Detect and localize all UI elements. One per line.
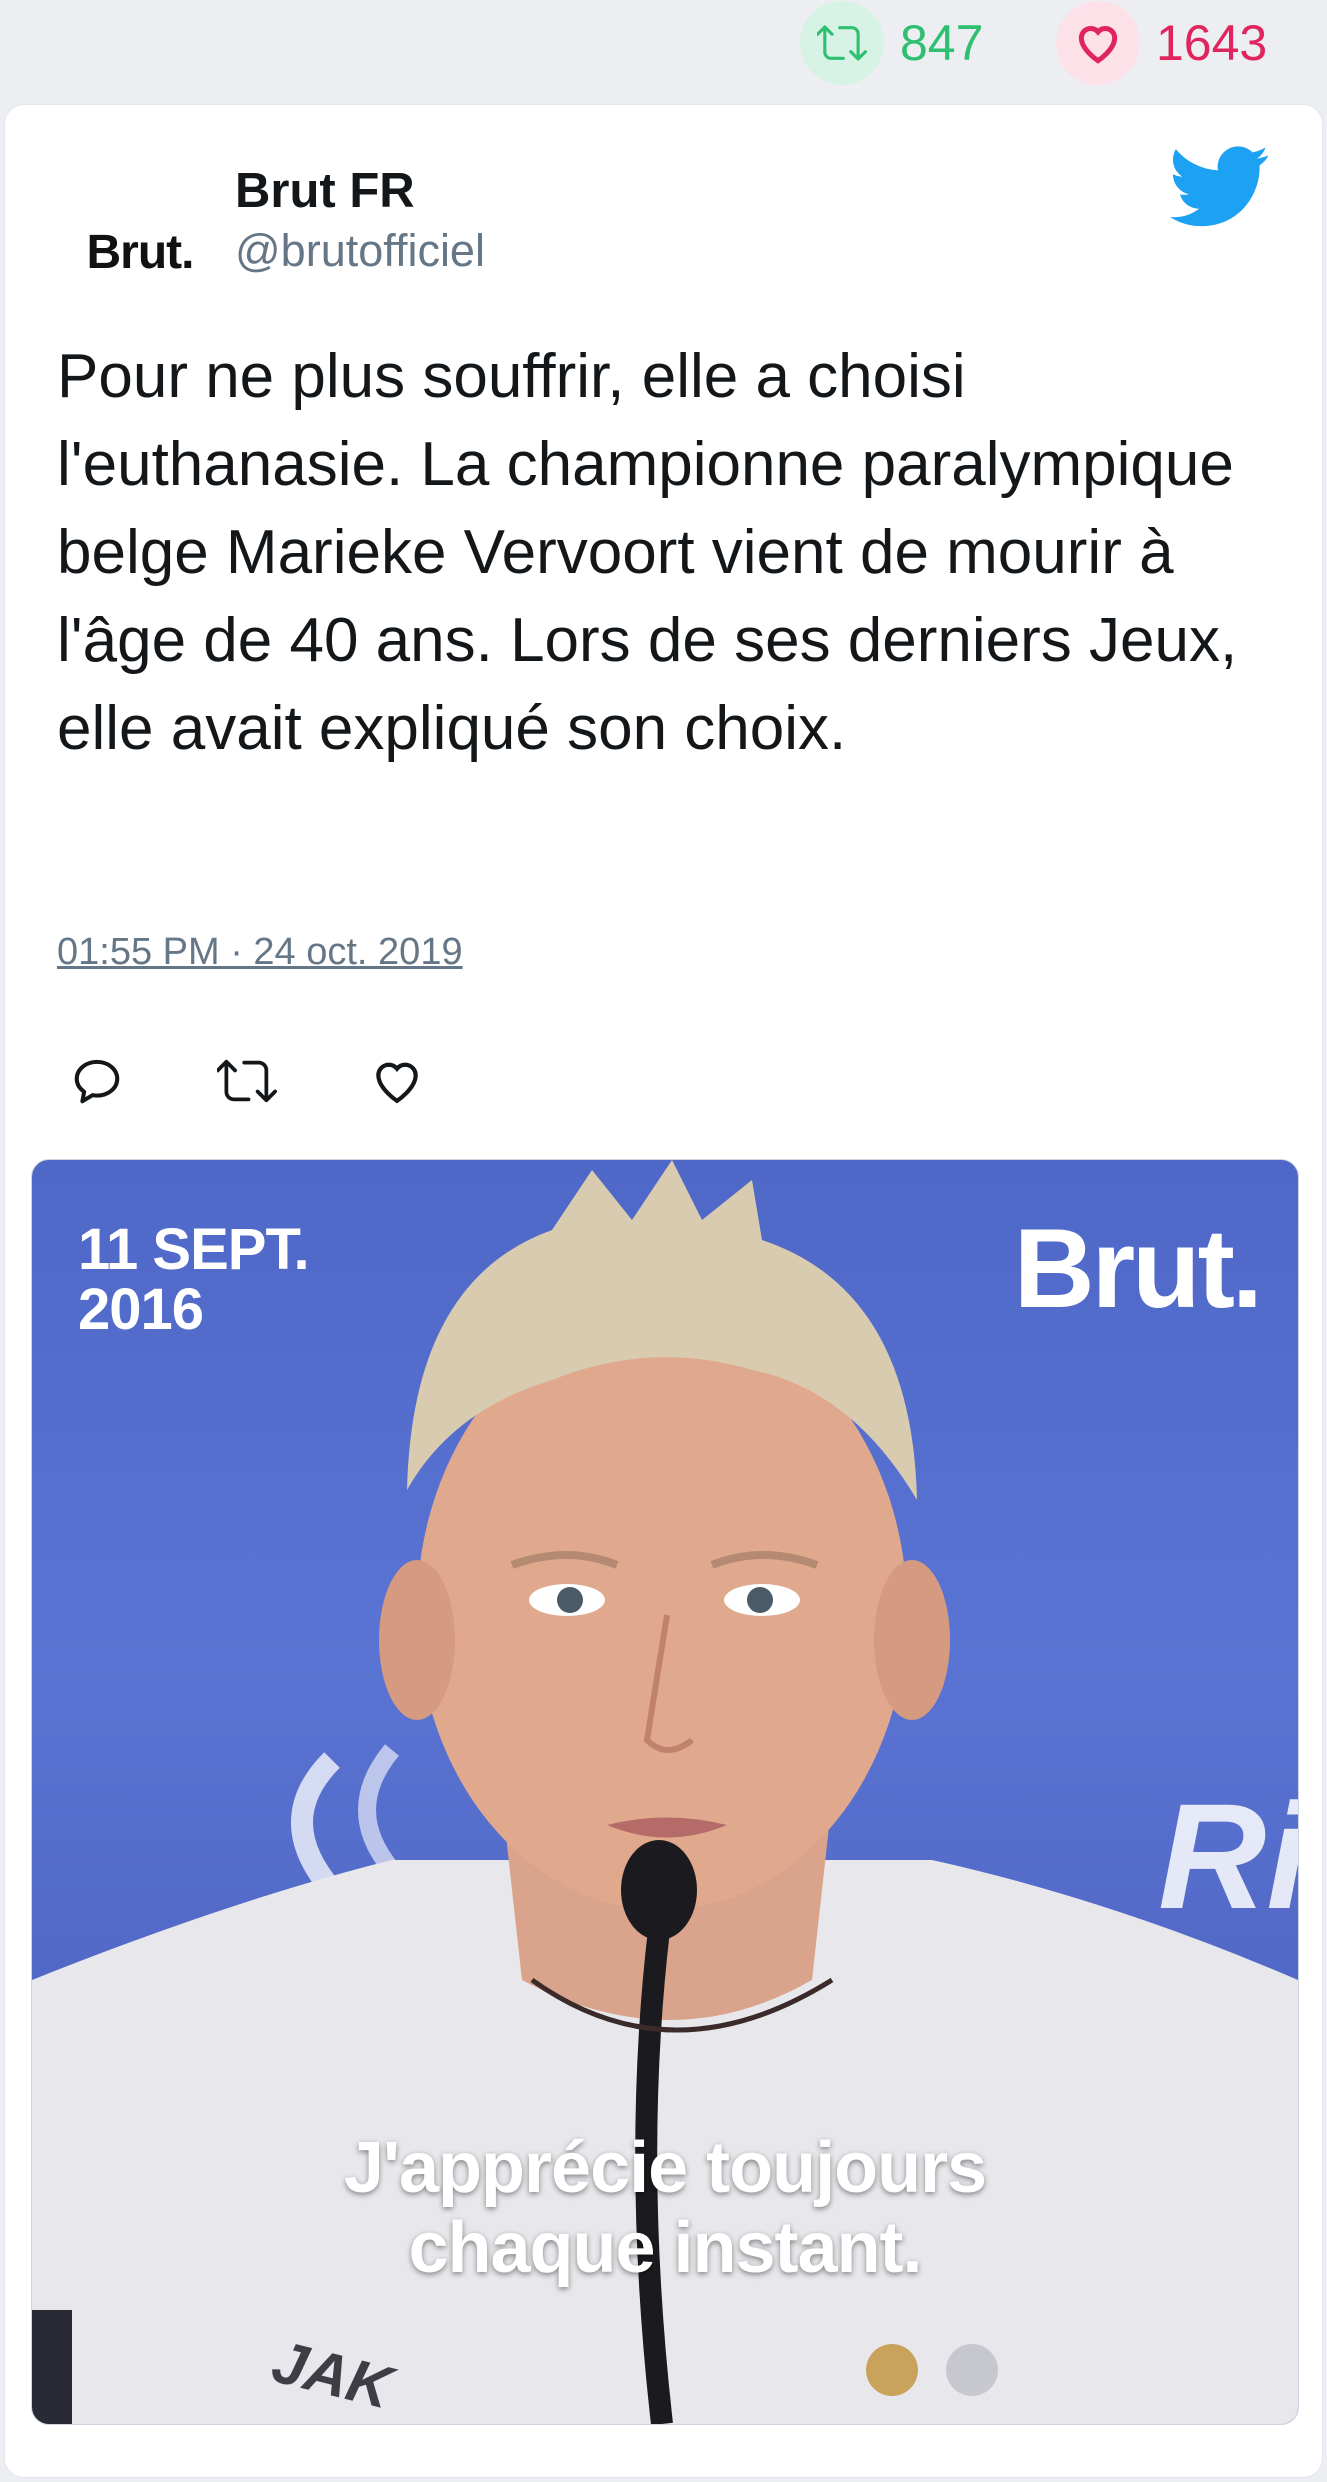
retweet-icon xyxy=(800,1,884,85)
tweet-card: Brut. Brut FR @brutofficiel Pour ne plus… xyxy=(4,104,1323,2478)
author-name[interactable]: Brut FR xyxy=(235,163,415,219)
rio-background-text: Ri xyxy=(1158,1772,1299,1940)
retweet-action-icon[interactable] xyxy=(207,1041,287,1121)
avatar[interactable]: Brut. xyxy=(65,177,215,327)
tweet-text: Pour ne plus souffrir, elle a choisi l'e… xyxy=(57,342,1238,763)
like-count: 1643 xyxy=(1156,15,1268,71)
tweet-media-video[interactable]: 11 SEPT. 2016 Brut. Ri J'apprécie toujou… xyxy=(31,1159,1299,2425)
avatar-logo-text: Brut. xyxy=(86,225,195,279)
tweet-actions xyxy=(57,1041,507,1121)
brut-logo-overlay: Brut. xyxy=(1013,1206,1263,1331)
retweet-count-stat[interactable]: 847 xyxy=(800,1,984,85)
tweet-timestamp[interactable]: 01:55 PM · 24 oct. 2019 xyxy=(57,931,463,974)
video-date-overlay: 11 SEPT. 2016 xyxy=(78,1217,310,1342)
video-caption: J'apprécie toujours chaque instant. xyxy=(343,2128,987,2288)
heart-icon xyxy=(1056,1,1140,85)
author-handle[interactable]: @brutofficiel xyxy=(235,225,485,277)
engagement-stats: 847 1643 xyxy=(0,0,1327,104)
like-action-icon[interactable] xyxy=(357,1041,437,1121)
retweet-count: 847 xyxy=(900,15,984,71)
reply-icon[interactable] xyxy=(57,1041,137,1121)
twitter-bird-icon[interactable] xyxy=(1170,145,1270,229)
like-count-stat[interactable]: 1643 xyxy=(1056,1,1268,85)
